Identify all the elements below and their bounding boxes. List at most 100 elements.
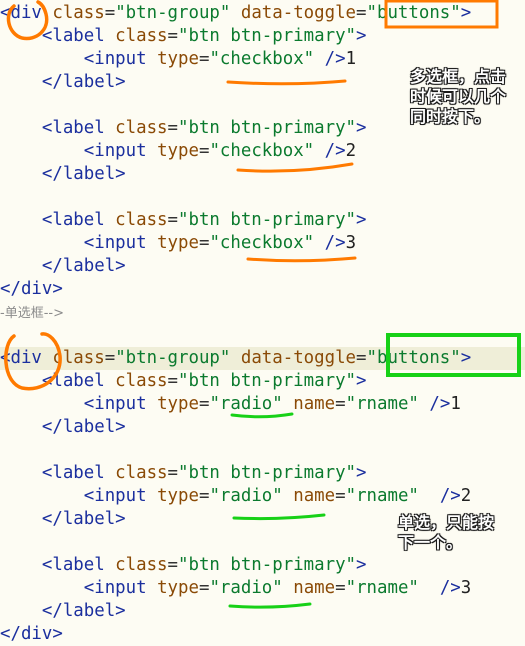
code-token: /> [418, 578, 461, 598]
code-token: <input [0, 49, 158, 69]
code-token: class [115, 463, 168, 483]
code-token: "btn btn-primary" [178, 463, 357, 483]
code-token: = [198, 578, 210, 598]
code-token: > [460, 3, 472, 23]
code-token: 1 [345, 49, 357, 69]
code-token: > [356, 26, 367, 46]
code-token: = [335, 578, 346, 598]
code-token: "btn-group" [115, 3, 231, 23]
code-token: = [198, 141, 210, 161]
code-token: "checkbox" [209, 233, 315, 253]
code-token: <input [0, 141, 158, 161]
code-token: <input [0, 394, 158, 414]
code-token: /> [418, 486, 461, 506]
code-token: = [167, 118, 179, 138]
code-line: <input type="radio" name="rname" />3 [0, 577, 525, 600]
code-token: class [115, 371, 168, 391]
code-token: <input [0, 233, 158, 253]
code-token: "checkbox" [209, 49, 315, 69]
code-token: /> [418, 394, 451, 414]
code-token: "btn btn-primary" [178, 555, 357, 575]
code-token: <label [0, 371, 116, 391]
code-token: "rname" [345, 394, 419, 414]
code-line: </label> [0, 416, 525, 439]
code-token: name [293, 394, 336, 414]
code-line: <label class="btn btn-primary"> [0, 462, 525, 485]
code-token: </label> [0, 256, 126, 276]
code-token: <div [0, 3, 53, 23]
code-token: "btn-group" [115, 348, 231, 368]
code-token: class [115, 118, 168, 138]
code-token: "btn btn-primary" [178, 371, 357, 391]
code-token: type [157, 578, 199, 598]
code-token: type [157, 233, 199, 253]
code-line: </label> [0, 255, 525, 278]
code-token: </label> [0, 601, 126, 621]
code-token: <input [0, 486, 158, 506]
code-token: "btn btn-primary" [178, 210, 357, 230]
code-token: = [198, 49, 210, 69]
code-token: data-toggle [240, 348, 357, 368]
code-line: </label> [0, 600, 525, 623]
code-token: = [198, 233, 210, 253]
code-token: > [356, 555, 367, 575]
code-token: </label> [0, 72, 126, 92]
code-token: 1 [450, 394, 461, 414]
code-token: type [157, 486, 199, 506]
code-token: </label> [0, 509, 126, 529]
code-token: <label [0, 210, 116, 230]
code-token: > [356, 210, 367, 230]
code-token: = [104, 3, 116, 23]
code-line: <input type="radio" name="rname" />1 [0, 393, 525, 416]
code-line: </div> [0, 278, 525, 301]
code-line: <div class="btn-group" data-toggle="butt… [0, 347, 525, 370]
code-token: <div [0, 348, 53, 368]
code-token: /> [314, 49, 346, 69]
code-line: <label class="btn btn-primary"> [0, 25, 525, 48]
code-token: = [104, 348, 116, 368]
code-token: "buttons" [366, 3, 461, 23]
code-token: = [356, 348, 367, 368]
code-line: <input type="radio" name="rname" />2 [0, 485, 525, 508]
code-token: > [356, 118, 367, 138]
code-token: "checkbox" [209, 141, 315, 161]
code-token: <input [0, 578, 158, 598]
code-token: class [52, 348, 105, 368]
code-token: <label [0, 555, 116, 575]
code-token: </div> [0, 279, 63, 299]
code-token: data-toggle [240, 3, 357, 23]
code-token: = [167, 555, 179, 575]
code-token: > [460, 348, 472, 368]
code-token: class [115, 210, 168, 230]
code-token: "btn btn-primary" [178, 118, 357, 138]
code-token: = [167, 26, 179, 46]
code-token: type [157, 141, 199, 161]
code-token: 2 [345, 141, 357, 161]
code-token: "buttons" [366, 348, 461, 368]
code-line: </label> [0, 163, 525, 186]
code-line: <label class="btn btn-primary"> [0, 370, 525, 393]
code-token: 3 [345, 233, 357, 253]
code-line: <input type="checkbox" />3 [0, 232, 525, 255]
code-token: type [157, 394, 199, 414]
code-token: name [293, 486, 336, 506]
code-line: <input type="checkbox" />2 [0, 140, 525, 163]
code-token: class [115, 26, 168, 46]
code-token: 2 [460, 486, 472, 506]
code-token: = [356, 3, 367, 23]
code-token: </div> [0, 624, 63, 644]
code-token: 3 [460, 578, 472, 598]
code-token: = [167, 210, 179, 230]
code-token: </label> [0, 164, 126, 184]
code-token: <label [0, 118, 116, 138]
radio-annotation: 单选，只能按 下一个。 [398, 513, 495, 552]
code-token: </label> [0, 417, 126, 437]
code-line: <div class="btn-group" data-toggle="butt… [0, 2, 525, 25]
